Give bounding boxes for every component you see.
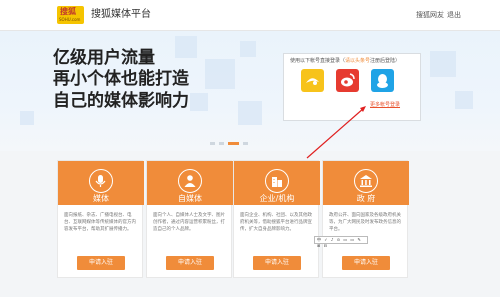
carousel-dot[interactable]: [219, 142, 224, 145]
weibo-icon: [341, 73, 355, 87]
card-title: 媒体: [93, 194, 109, 203]
decor-square: [205, 59, 235, 89]
more-login-link[interactable]: 更多帐号登录: [370, 101, 400, 108]
card-header: 媒体: [58, 161, 144, 205]
card-description: 面向个人、自媒体人士及文字、图片创作者，通过内容运营积累粉丝，打造自己的个人品牌…: [153, 213, 225, 232]
carousel-dots: [210, 130, 252, 149]
user-link[interactable]: 搜狐网友: [416, 10, 444, 20]
carousel-dot[interactable]: [243, 142, 248, 145]
ime-floating-toolbar[interactable]: 中 ✓ ♪ ⊙ ▭ ▭ ✎ ⊞ ⊟: [314, 236, 368, 248]
carousel-dot[interactable]: [228, 142, 239, 145]
qq-penguin-icon: [377, 74, 388, 88]
microphone-icon: [89, 169, 113, 193]
hero-slogan-2: 再小个体也能打造: [53, 69, 189, 89]
login-tip-suffix: 注册后登陆）: [370, 58, 401, 64]
weibo-login-button[interactable]: [336, 69, 359, 92]
header-separator: |: [441, 10, 444, 18]
card-header: 政 府: [323, 161, 409, 205]
decor-square: [20, 111, 34, 125]
site-title: 搜狐媒体平台: [91, 9, 151, 20]
sohu-logo[interactable]: 搜狐 SOHU.com: [57, 6, 84, 24]
apply-button[interactable]: 申请入驻: [77, 256, 125, 270]
card-government: 政 府 政府公开、面向国家及各级政府机关等，为广大网民及时发布政务信息的平台。 …: [322, 160, 409, 278]
card-self-media: 自媒体 面向个人、自媒体人士及文字、图片创作者，通过内容运营积累粉丝，打造自己的…: [146, 160, 233, 278]
apply-button[interactable]: 申请入驻: [253, 256, 301, 270]
card-title: 政 府: [356, 194, 376, 203]
card-description: 面向报纸、杂志、广播电视台、电台、互联网媒体等传统媒体的官方内容发布平台，帮助其…: [64, 213, 136, 232]
top-bar: 搜狐 SOHU.com 搜狐媒体平台 搜狐网友 | 退出: [0, 0, 500, 31]
qq-login-button[interactable]: [371, 69, 394, 92]
building-icon: [265, 169, 289, 193]
hero-banner: 亿级用户流量 再小个体也能打造 自己的媒体影响力 使用以下帐号直接登录（请以头条…: [0, 31, 500, 151]
apply-button[interactable]: 申请入驻: [166, 256, 214, 270]
logo-domain: SOHU.com: [59, 17, 81, 22]
hero-slogan-1: 亿级用户流量: [53, 48, 155, 68]
card-title: 企业/机构: [259, 194, 295, 203]
decor-square: [240, 41, 256, 57]
login-tip-prefix: 使用以下帐号直接登录（: [290, 58, 346, 64]
hero-slogan-3: 自己的媒体影响力: [53, 91, 189, 111]
login-tip-highlight[interactable]: 请以头条号: [345, 58, 370, 64]
sohu-login-button[interactable]: [301, 69, 324, 92]
sohu-passport-icon: [306, 78, 319, 85]
card-header: 企业/机构: [234, 161, 320, 205]
decor-square: [238, 101, 262, 125]
decor-square: [175, 36, 197, 58]
government-icon: [354, 169, 378, 193]
decor-square: [430, 51, 456, 77]
login-panel: 使用以下帐号直接登录（请以头条号注册后登陆） 更多帐号登录: [283, 53, 421, 121]
logo-text: 搜狐: [60, 7, 76, 16]
apply-button[interactable]: 申请入驻: [342, 256, 390, 270]
person-icon: [178, 169, 202, 193]
decor-square: [455, 91, 473, 109]
card-description: 面向企业、机构、社团、以及其他政府机关等，借助搜狐平台进行品牌宣传，扩大自身品牌…: [240, 213, 312, 232]
card-enterprise: 企业/机构 面向企业、机构、社团、以及其他政府机关等，借助搜狐平台进行品牌宣传，…: [233, 160, 320, 278]
logout-link[interactable]: 退出: [447, 10, 461, 20]
card-header: 自媒体: [147, 161, 233, 205]
card-title: 自媒体: [178, 194, 202, 203]
decor-square: [190, 93, 208, 111]
login-tip: 使用以下帐号直接登录（请以头条号注册后登陆）: [290, 57, 400, 64]
carousel-dot[interactable]: [210, 142, 215, 145]
card-media: 媒体 面向报纸、杂志、广播电视台、电台、互联网媒体等传统媒体的官方内容发布平台，…: [57, 160, 144, 278]
